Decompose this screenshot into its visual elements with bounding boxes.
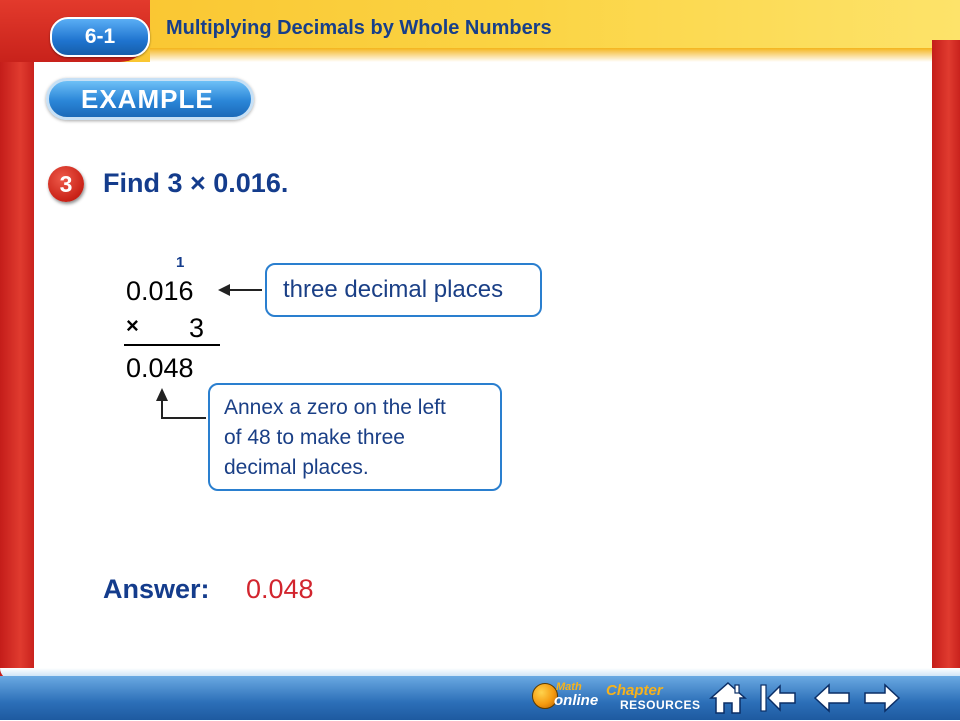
previous-icon — [813, 683, 850, 713]
first-slide-icon — [760, 684, 796, 712]
next-icon — [864, 683, 901, 713]
arrow-to-annex-callout — [156, 388, 206, 419]
math-online-button[interactable]: Math online — [532, 681, 598, 713]
math-online-bottom-label: online — [554, 692, 599, 709]
decimal-places-callout: three decimal places — [265, 263, 542, 317]
annex-zero-line-3: decimal places. — [224, 456, 369, 479]
next-slide-button[interactable] — [862, 680, 902, 716]
answer-label: Answer: — [103, 574, 210, 604]
callout-arrows — [156, 284, 262, 419]
annex-zero-callout: Annex a zero on the left of 48 to make t… — [208, 383, 502, 491]
annex-zero-line-1: Annex a zero on the left — [224, 396, 446, 419]
previous-slide-button[interactable] — [812, 680, 852, 716]
first-slide-button[interactable] — [758, 680, 798, 716]
home-icon — [709, 681, 747, 714]
chapter-resources-button[interactable]: Chapter RESOURCES — [606, 682, 700, 714]
chapter-resources-bottom-label: RESOURCES — [620, 698, 701, 712]
answer-value: 0.048 — [246, 574, 314, 604]
annex-zero-line-2: of 48 to make three — [224, 426, 405, 449]
home-button[interactable] — [708, 680, 748, 716]
chapter-resources-top-label: Chapter — [606, 682, 663, 699]
arrow-to-decimal-callout — [218, 284, 262, 296]
